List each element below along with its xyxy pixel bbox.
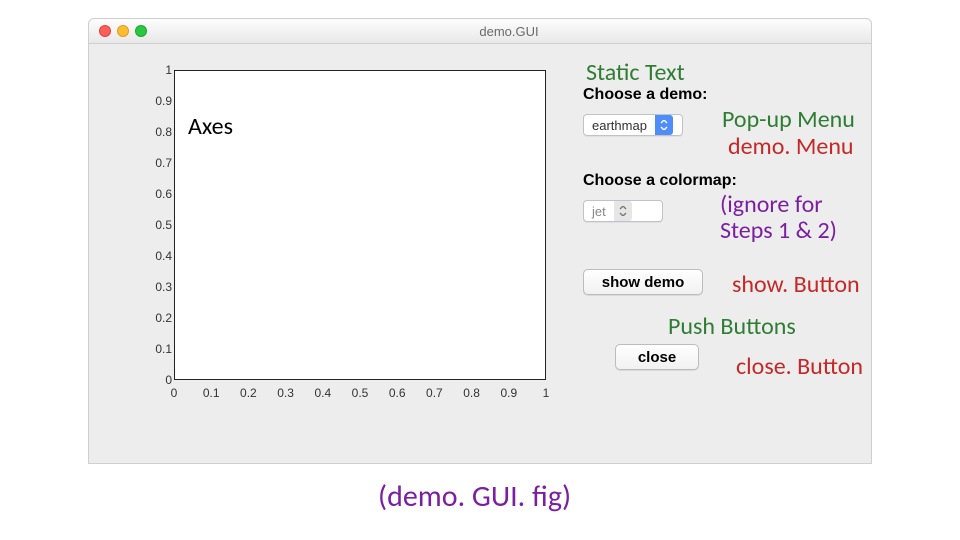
- y-tick-label: 0.6: [124, 187, 172, 201]
- x-tick-label: 0.4: [314, 386, 331, 428]
- x-tick-label: 1: [543, 386, 550, 428]
- colormap-popup-value: jet: [584, 204, 614, 219]
- choose-demo-label: Choose a demo:: [583, 86, 707, 104]
- y-tick-label: 0.1: [124, 342, 172, 356]
- x-tick-label: 0.5: [352, 386, 369, 428]
- x-tick-label: 0.7: [426, 386, 443, 428]
- y-tick-label: 0.5: [124, 218, 172, 232]
- choose-colormap-label: Choose a colormap:: [583, 172, 737, 190]
- show-demo-label: show demo: [602, 274, 685, 291]
- y-tick-label: 1: [124, 63, 172, 77]
- window-traffic-lights[interactable]: [99, 25, 147, 37]
- x-tick-label: 0.9: [500, 386, 517, 428]
- y-tick-label: 0.3: [124, 280, 172, 294]
- close-button-label: close: [638, 349, 676, 366]
- chevron-updown-icon: [655, 115, 673, 135]
- chevron-updown-icon: [614, 201, 632, 221]
- annotation-ignore-2: Steps 1 & 2): [720, 216, 837, 245]
- colormap-popup-menu[interactable]: jet: [583, 200, 663, 222]
- annotation-demo-menu: demo. Menu: [728, 132, 854, 161]
- demo-popup-value: earthmap: [584, 118, 655, 133]
- x-tick-label: 0: [171, 386, 178, 428]
- annotation-ignore-1: (ignore for: [720, 190, 823, 219]
- y-tick-label: 0.4: [124, 249, 172, 263]
- annotation-show-button: show. Button: [732, 270, 860, 299]
- annotation-static-text: Static Text: [586, 58, 685, 87]
- window-titlebar: demo.GUI: [88, 18, 872, 44]
- x-tick-label: 0.6: [389, 386, 406, 428]
- x-tick-label: 0.2: [240, 386, 257, 428]
- y-tick-label: 0.9: [124, 94, 172, 108]
- y-tick-label: 0.7: [124, 156, 172, 170]
- annotation-axes: Axes: [188, 112, 233, 141]
- annotation-push-buttons: Push Buttons: [668, 312, 796, 341]
- demo-popup-menu[interactable]: earthmap: [583, 114, 683, 136]
- x-tick-label: 0.3: [277, 386, 294, 428]
- window-title: demo.GUI: [147, 24, 871, 39]
- y-tick-label: 0.2: [124, 311, 172, 325]
- annotation-figfile: (demo. GUI. fig): [378, 478, 571, 515]
- x-tick-label: 0.1: [203, 386, 220, 428]
- x-tick-label: 0.8: [463, 386, 480, 428]
- minimize-window-icon[interactable]: [117, 25, 129, 37]
- show-demo-button[interactable]: show demo: [583, 269, 703, 295]
- y-tick-label: 0: [124, 373, 172, 387]
- close-button[interactable]: close: [615, 344, 699, 370]
- close-window-icon[interactable]: [99, 25, 111, 37]
- zoom-window-icon[interactable]: [135, 25, 147, 37]
- annotation-close-button: close. Button: [736, 352, 863, 381]
- y-tick-label: 0.8: [124, 125, 172, 139]
- annotation-popup-menu: Pop-up Menu: [722, 105, 855, 134]
